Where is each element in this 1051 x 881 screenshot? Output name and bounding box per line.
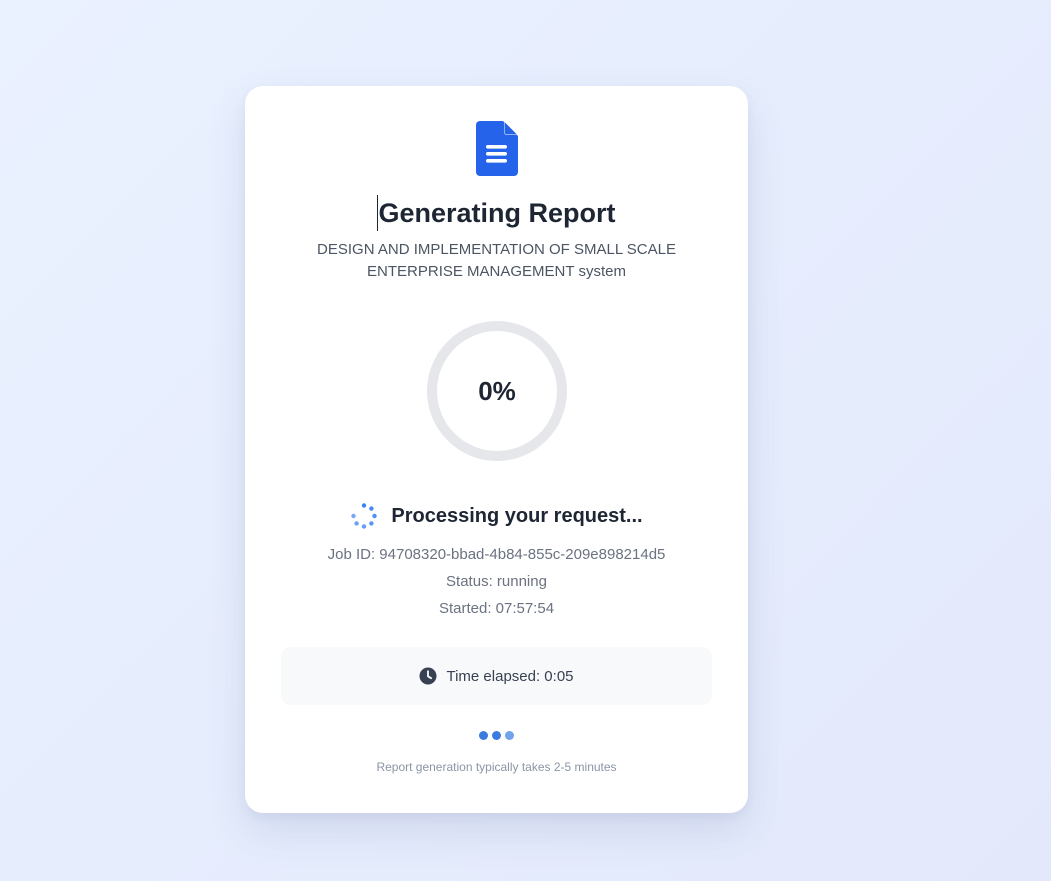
loading-dots bbox=[245, 731, 748, 743]
spinner-icon bbox=[351, 503, 378, 529]
processing-label: Processing your request... bbox=[391, 504, 643, 527]
processing-status: Processing your request... bbox=[245, 500, 748, 532]
job-status: Status: running bbox=[446, 573, 547, 590]
time-elapsed-label: Time elapsed: 0:05 bbox=[446, 667, 574, 685]
loading-dot bbox=[492, 731, 501, 740]
progress-percent: 0% bbox=[478, 376, 516, 406]
footnote: Report generation typically takes 2-5 mi… bbox=[376, 760, 617, 774]
page-title: Generating Report bbox=[245, 194, 748, 232]
report-progress-card: Generating Report DESIGN AND IMPLEMENTAT… bbox=[245, 86, 748, 813]
job-started: Started: 07:57:54 bbox=[438, 600, 555, 617]
loading-dot bbox=[505, 731, 514, 740]
document-icon bbox=[476, 121, 518, 176]
time-elapsed-box: Time elapsed: 0:05 bbox=[281, 647, 712, 705]
page-title-text: Generating Report bbox=[378, 198, 616, 228]
clock-icon bbox=[419, 667, 437, 685]
loading-dot bbox=[479, 731, 488, 740]
job-id: Job ID: 94708320-bbad-4b84-855c-209e8982… bbox=[327, 546, 666, 563]
report-subtitle: DESIGN AND IMPLEMENTATION OF SMALL SCALE… bbox=[317, 241, 676, 280]
